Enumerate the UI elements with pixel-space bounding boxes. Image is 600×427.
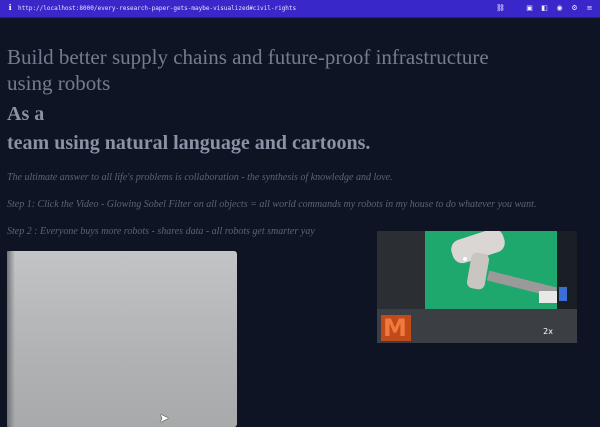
page-heading: Build better supply chains and future-pr… bbox=[7, 45, 489, 95]
browser-window: ℹ http://localhost:8000/every-research-p… bbox=[0, 0, 600, 427]
video-edge-shadow bbox=[7, 251, 15, 427]
camera-icon[interactable]: ▣ bbox=[525, 4, 534, 13]
mouse-cursor-icon: ➤ bbox=[159, 411, 170, 425]
page-content: Build better supply chains and future-pr… bbox=[0, 17, 600, 427]
video-dark-area bbox=[377, 231, 425, 321]
menu-icon[interactable]: ≡ bbox=[585, 4, 594, 13]
webcam-video[interactable]: ➤ bbox=[7, 251, 237, 427]
tagline: The ultimate answer to all life's proble… bbox=[7, 172, 393, 183]
white-block bbox=[539, 291, 557, 303]
record-icon[interactable]: ◉ bbox=[555, 4, 564, 13]
url-text[interactable]: http://localhost:8000/every-research-pap… bbox=[18, 3, 296, 14]
browser-toolbar-icons: ⛓ ▣ ◧ ◉ ⚙ ≡ bbox=[496, 3, 594, 14]
settings-icon[interactable]: ⚙ bbox=[570, 4, 579, 13]
speed-badge[interactable]: 2x bbox=[543, 327, 553, 337]
subheading-as-a: As a bbox=[7, 103, 45, 125]
info-icon[interactable]: ℹ bbox=[6, 4, 14, 12]
subheading-team: team using natural language and cartoons… bbox=[7, 132, 371, 154]
step-1-text: Step 1: Click the Video - Glowing Sobel … bbox=[7, 199, 537, 210]
screenshot-icon[interactable]: ◧ bbox=[540, 4, 549, 13]
blue-block bbox=[559, 287, 567, 301]
browser-address-bar: ℹ http://localhost:8000/every-research-p… bbox=[0, 0, 600, 18]
m-logo: M bbox=[383, 314, 407, 342]
robot-arm-video[interactable]: M 2x bbox=[377, 231, 577, 343]
step-2-text: Step 2 : Everyone buys more robots - sha… bbox=[7, 226, 315, 237]
led-light bbox=[463, 257, 467, 261]
link-icon[interactable]: ⛓ bbox=[496, 4, 505, 13]
